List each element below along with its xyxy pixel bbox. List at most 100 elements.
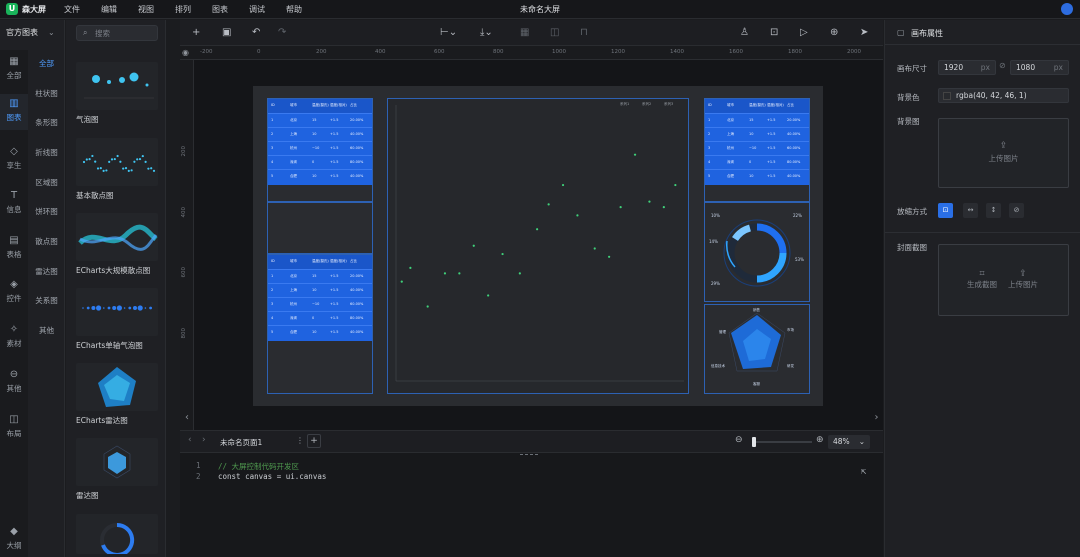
subcat-hbar[interactable]: 条形图 bbox=[28, 117, 65, 128]
rail-item-info[interactable]: T 信息 bbox=[0, 190, 28, 215]
table-widget-2[interactable]: ID 城市 温度(摄氏) 湿度(相对) 占比 1 北京 15 +1.5 20.00% 2 上海 10 +1… bbox=[267, 254, 373, 394]
zoom-slider-handle[interactable] bbox=[752, 437, 756, 447]
fit-contain-button[interactable]: ⊡ bbox=[938, 203, 953, 218]
eye-icon[interactable]: ◉ bbox=[182, 48, 189, 57]
page-tab[interactable]: 未命名页面1 bbox=[220, 437, 262, 448]
donut-widget[interactable]: 10% 22% 14% 53% 29% bbox=[704, 202, 810, 302]
fit-height-button[interactable]: ↕ bbox=[986, 203, 1001, 218]
redo-icon[interactable]: ↷ bbox=[278, 26, 286, 40]
library-selector[interactable]: 官方图表 ⌄ bbox=[6, 27, 55, 38]
subcat-area[interactable]: 区域图 bbox=[28, 177, 65, 188]
rail-item-other[interactable]: ⊖ 其他 bbox=[0, 369, 28, 394]
table-row: 1 北京 15 +1.5 20.00% bbox=[705, 113, 809, 127]
send-icon[interactable]: ➤ bbox=[860, 26, 868, 40]
table-header-cell: ID bbox=[271, 103, 275, 107]
chart-card-large-scatter[interactable]: ECharts大规模散点图 bbox=[76, 213, 158, 276]
fit-none-button[interactable]: ⊘ bbox=[1009, 203, 1024, 218]
chart-card-scatter[interactable]: 基本散点图 bbox=[76, 138, 158, 201]
scroll-left-icon[interactable]: ‹ bbox=[180, 406, 194, 430]
menu-chart[interactable]: 图表 bbox=[212, 4, 228, 15]
download-icon[interactable]: ⤓⌄ bbox=[480, 26, 493, 40]
color-swatch[interactable] bbox=[943, 92, 951, 100]
link-icon[interactable]: ⊘ bbox=[999, 61, 1006, 70]
subcat-relation[interactable]: 关系图 bbox=[28, 295, 65, 306]
cover-upload-button[interactable]: ⇪ 上传图片 bbox=[1005, 269, 1041, 290]
save-icon[interactable]: ▣ bbox=[222, 26, 231, 40]
subcat-line[interactable]: 折线图 bbox=[28, 147, 65, 158]
canvas-area[interactable]: ◉ -200 0 200 400 600 800 1000 1200 1400 … bbox=[180, 46, 883, 430]
width-input[interactable]: 1920 px bbox=[938, 60, 996, 75]
table-row: 5 合肥 10 +1.5 40.00% bbox=[268, 325, 372, 339]
prev-page-icon[interactable]: ‹ bbox=[188, 435, 192, 445]
subcat-radar[interactable]: 雷达图 bbox=[28, 266, 65, 277]
table-widget-1[interactable]: ID 城市 温度(摄氏) 湿度(相对) 占比 1 北京 15 +1.5 20.00% 2 上海 10 +1… bbox=[267, 98, 373, 202]
table-widget-3[interactable]: ID 城市 温度(摄氏) 湿度(相对) 占比 1 北京 15 +1.5 20.00% 2 上海 10 +1… bbox=[704, 98, 810, 202]
resize-handle[interactable] bbox=[520, 454, 538, 456]
rail-item-table[interactable]: ▤ 表格 bbox=[0, 235, 28, 260]
menu-arrange[interactable]: 排列 bbox=[175, 4, 191, 15]
publish-icon[interactable]: ⊕ bbox=[830, 26, 838, 40]
chart-card-ring[interactable] bbox=[76, 514, 158, 554]
menu-edit[interactable]: 编辑 bbox=[101, 4, 117, 15]
table-row: 4 深圳 0 +1.5 80.00% bbox=[268, 155, 372, 169]
height-input[interactable]: 1080 px bbox=[1010, 60, 1069, 75]
rail-item-all[interactable]: ▦ 全部 bbox=[0, 56, 28, 81]
screen-stage[interactable]: ID 城市 温度(摄氏) 湿度(相对) 占比 1 北京 15 +1.5 20.00% 2 上海 10 +1… bbox=[253, 86, 823, 406]
expand-icon[interactable]: ⇱ bbox=[861, 467, 866, 477]
zoom-select[interactable]: 48% ⌄ bbox=[828, 435, 870, 449]
table-cell: 1 bbox=[271, 118, 274, 122]
search-input[interactable] bbox=[95, 27, 155, 39]
chart-card-bubble[interactable]: 气泡图 bbox=[76, 62, 158, 125]
screenshot-button[interactable]: ⌗ 生成截图 bbox=[967, 269, 997, 290]
table-cell: 10 bbox=[749, 174, 754, 178]
subcat-scatter[interactable]: 散点图 bbox=[28, 236, 65, 247]
zoom-in-icon[interactable]: ⊕ bbox=[816, 435, 824, 445]
rail-item-asset[interactable]: ✧ 素材 bbox=[0, 324, 28, 349]
chart-card-single-axis[interactable]: ECharts单轴气泡图 bbox=[76, 288, 158, 351]
zoom-slider[interactable] bbox=[752, 437, 812, 447]
fit-width-button[interactable]: ↔ bbox=[963, 203, 978, 218]
scroll-right-icon[interactable]: › bbox=[870, 406, 883, 430]
rail-item-layout[interactable]: ◫ 布局 bbox=[0, 414, 28, 439]
next-page-icon[interactable]: › bbox=[202, 435, 206, 445]
menu-help[interactable]: 帮助 bbox=[286, 4, 302, 15]
scatter-widget[interactable]: 系列1 系列2 系列3 bbox=[387, 98, 689, 394]
distribute-icon[interactable]: ▦ bbox=[520, 26, 529, 40]
code-editor[interactable]: 1 // 大屏控制代码开发区 2 const canvas = ui.canva… bbox=[180, 452, 883, 557]
add-page-button[interactable]: + bbox=[307, 434, 321, 448]
camera-icon[interactable]: ⊡ bbox=[770, 26, 778, 40]
subcat-other[interactable]: 其他 bbox=[28, 325, 65, 336]
chart-card-echarts-radar[interactable]: ECharts雷达图 bbox=[76, 363, 158, 426]
menu-debug[interactable]: 调试 bbox=[249, 4, 265, 15]
chart-card-radar[interactable]: 雷达图 bbox=[76, 438, 158, 501]
undo-icon[interactable]: ↶ bbox=[252, 26, 260, 40]
table-cell: 15 bbox=[312, 118, 317, 122]
table-cell: 10 bbox=[312, 330, 317, 334]
play-icon[interactable]: ▷ bbox=[800, 26, 808, 40]
radar-widget[interactable]: 销售 市场 研发 客服 信息技术 管理 bbox=[704, 304, 810, 394]
menu-view[interactable]: 视图 bbox=[138, 4, 154, 15]
rail-item-share[interactable]: ◇ 享生 bbox=[0, 146, 28, 171]
donut-label: 22% bbox=[793, 213, 802, 218]
bubble-thumbnail bbox=[76, 62, 158, 110]
empty-widget[interactable] bbox=[267, 202, 373, 254]
page-menu-icon[interactable]: ⋮ bbox=[296, 436, 304, 445]
rail-item-outline[interactable]: ◆ 大纲 bbox=[0, 526, 28, 551]
align-icon[interactable]: ⊢⌄ bbox=[440, 26, 457, 40]
bgimage-upload[interactable]: ⇪ 上传图片 bbox=[938, 118, 1069, 188]
person-icon[interactable]: ♙ bbox=[740, 26, 749, 40]
user-avatar[interactable] bbox=[1061, 3, 1073, 15]
group-icon[interactable]: ◫ bbox=[550, 26, 559, 40]
subcat-all[interactable]: 全部 bbox=[28, 58, 65, 69]
rail-item-chart[interactable]: ▥ 图表 bbox=[0, 94, 28, 130]
bgcolor-input[interactable]: rgba(40, 42, 46, 1) bbox=[938, 88, 1069, 103]
subcat-pie[interactable]: 饼环图 bbox=[28, 206, 65, 217]
rail-label: 全部 bbox=[6, 71, 22, 80]
lock-icon[interactable]: ⊓ bbox=[580, 26, 588, 40]
zoom-out-icon[interactable]: ⊖ bbox=[735, 435, 743, 445]
rail-item-control[interactable]: ◈ 控件 bbox=[0, 279, 28, 304]
add-icon[interactable]: + bbox=[192, 26, 200, 40]
grid-icon: ▦ bbox=[9, 56, 19, 67]
subcat-bar[interactable]: 柱状图 bbox=[28, 88, 65, 99]
menu-file[interactable]: 文件 bbox=[64, 4, 80, 15]
